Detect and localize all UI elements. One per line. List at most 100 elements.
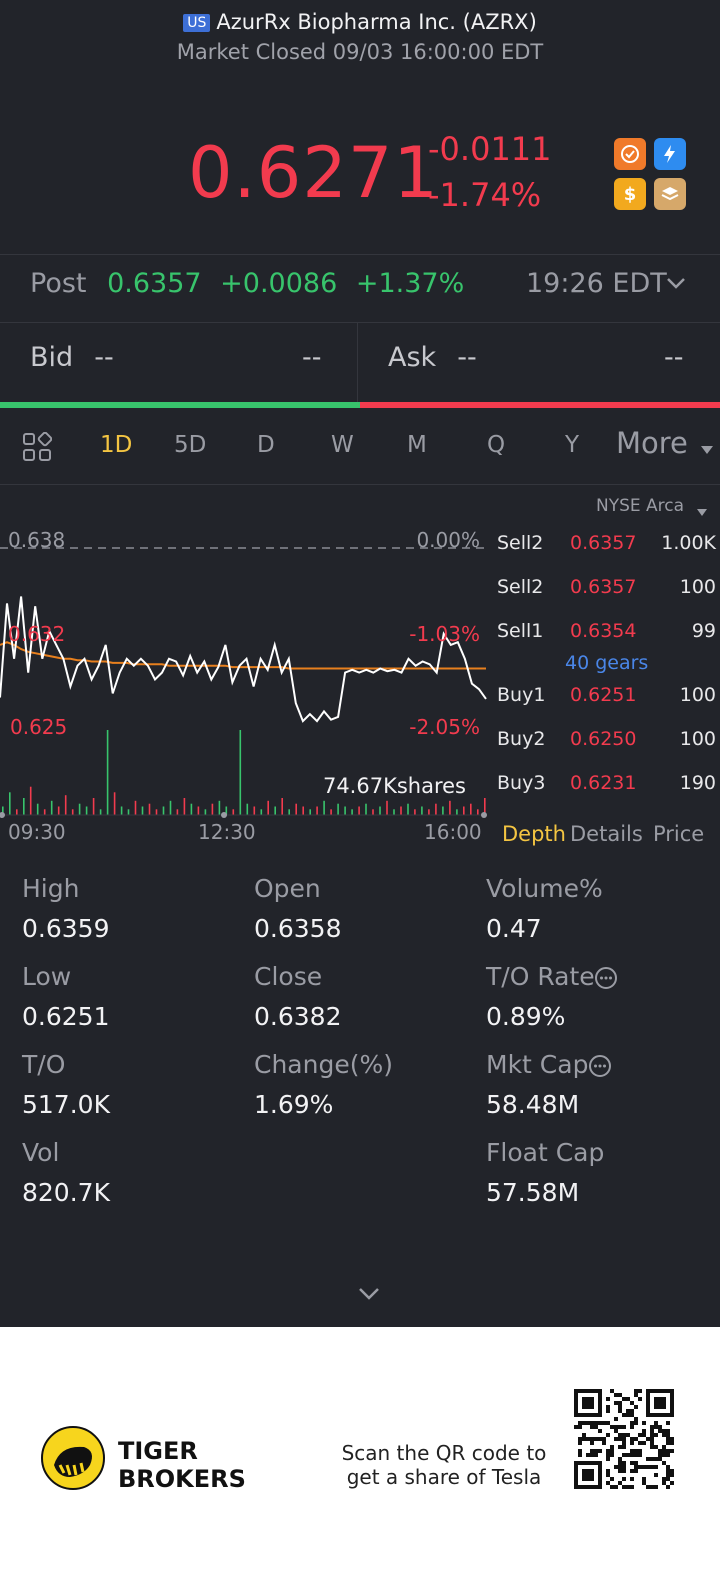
volume-bar bbox=[232, 809, 235, 815]
post-price: 0.6357 bbox=[107, 268, 202, 299]
orderbook-row-price: 0.6354 bbox=[570, 620, 637, 642]
volume-bar bbox=[344, 806, 346, 815]
volume-bar bbox=[477, 809, 479, 815]
close-label: Close bbox=[254, 962, 323, 991]
float-cap-value: 57.58M bbox=[486, 1178, 580, 1207]
midday-dot bbox=[221, 812, 227, 818]
volume-bar bbox=[176, 809, 179, 815]
float-cap-label: Float Cap bbox=[486, 1138, 605, 1167]
tiger-logo-icon bbox=[40, 1425, 106, 1495]
stock-title: US AzurRx Biopharma Inc. (AZRX) bbox=[0, 10, 720, 34]
brand-line2: BROKERS bbox=[118, 1465, 246, 1493]
volume-bar bbox=[197, 806, 200, 815]
divider bbox=[0, 322, 720, 323]
volume-bar bbox=[246, 803, 249, 815]
market-badge: US bbox=[183, 14, 211, 32]
divider bbox=[0, 484, 720, 485]
tab-quarter[interactable]: Q bbox=[487, 432, 505, 458]
grid-layout-icon[interactable] bbox=[22, 431, 53, 466]
ask-ratio-fill bbox=[360, 402, 720, 408]
volume-bar bbox=[155, 809, 158, 815]
volume-bar bbox=[183, 798, 186, 815]
volume-bar bbox=[428, 809, 430, 815]
post-label: Post bbox=[30, 268, 87, 299]
promo-footer: TIGER BROKERS Scan the QR code to get a … bbox=[0, 1327, 720, 1593]
tab-5d[interactable]: 5D bbox=[174, 432, 206, 458]
tab-price[interactable]: Price bbox=[653, 822, 704, 846]
volume-bar bbox=[260, 809, 263, 815]
price-change-percent: -1.74% bbox=[428, 176, 542, 214]
promo-line2: get a share of Tesla bbox=[346, 1465, 542, 1489]
bid-ask-divider bbox=[357, 322, 358, 402]
x-label-close: 16:00 bbox=[424, 820, 482, 844]
turnover-rate-label: T/O Rate bbox=[486, 962, 595, 991]
orderbook-row-qty: 100 bbox=[679, 576, 716, 598]
volume-bar bbox=[78, 803, 81, 815]
volume-bar bbox=[204, 809, 207, 815]
volume-bar bbox=[435, 803, 437, 815]
expand-chevron-icon[interactable] bbox=[358, 1286, 380, 1305]
volume-bar bbox=[323, 800, 325, 815]
info-icon[interactable] bbox=[588, 1054, 612, 1082]
volume-bar bbox=[449, 800, 451, 815]
tab-day[interactable]: D bbox=[257, 432, 275, 458]
turnover-label: T/O bbox=[22, 1050, 66, 1079]
volume-percent-label: Volume% bbox=[486, 874, 603, 903]
volume-bar bbox=[43, 809, 46, 815]
volume-bar bbox=[99, 809, 102, 815]
ask-price: -- bbox=[457, 342, 477, 373]
tab-month[interactable]: M bbox=[407, 432, 427, 458]
tab-details[interactable]: Details bbox=[570, 822, 643, 846]
volume-bar bbox=[309, 809, 311, 815]
open-dot bbox=[0, 812, 5, 818]
turnover-value: 517.0K bbox=[22, 1090, 110, 1119]
volume-bar bbox=[134, 800, 137, 815]
orderbook-row-label: Sell1 bbox=[497, 620, 544, 642]
chevron-down-icon[interactable] bbox=[666, 276, 686, 295]
bid-price: -- bbox=[94, 342, 114, 373]
caret-down-icon[interactable] bbox=[696, 502, 708, 521]
orderbook-row-price: 0.6251 bbox=[570, 684, 637, 706]
volume-bar bbox=[92, 798, 95, 815]
tab-week[interactable]: W bbox=[331, 432, 354, 458]
open-label: Open bbox=[254, 874, 321, 903]
orderbook-row-price: 0.6231 bbox=[570, 772, 637, 794]
turnover-rate-value: 0.89% bbox=[486, 1002, 566, 1031]
post-market-row: Post 0.6357 +0.0086 +1.37% bbox=[30, 268, 464, 299]
volume-value: 820.7K bbox=[22, 1178, 110, 1207]
orderbook-row-label: Sell2 bbox=[497, 532, 544, 554]
ask-size: -- bbox=[664, 342, 684, 373]
exchange-selector[interactable]: NYSE Arca bbox=[596, 496, 684, 516]
volume-bar bbox=[218, 800, 221, 815]
tab-year[interactable]: Y bbox=[565, 432, 579, 458]
coin-refresh-icon[interactable] bbox=[614, 138, 646, 170]
divider bbox=[0, 254, 720, 255]
tab-1d[interactable]: 1D bbox=[100, 432, 132, 458]
orderbook-row-label: Sell2 bbox=[497, 576, 544, 598]
orderbook-row-label: Buy2 bbox=[497, 728, 546, 750]
qr-code[interactable] bbox=[574, 1389, 674, 1489]
stack-icon[interactable] bbox=[654, 178, 686, 210]
orderbook-row-qty: 100 bbox=[679, 684, 716, 706]
volume-bar bbox=[288, 809, 290, 815]
lightning-icon[interactable] bbox=[654, 138, 686, 170]
bid-label: Bid bbox=[30, 342, 74, 373]
volume-bar bbox=[85, 806, 88, 815]
orderbook-row-price: 0.6357 bbox=[570, 576, 637, 598]
tab-more[interactable]: More bbox=[616, 426, 688, 460]
high-value: 0.6359 bbox=[22, 914, 110, 943]
volume-bar bbox=[337, 803, 339, 815]
gears-link[interactable]: 40 gears bbox=[565, 652, 648, 674]
volume-bar bbox=[23, 798, 25, 815]
volume-bar bbox=[141, 806, 144, 815]
orderbook-row-qty: 99 bbox=[691, 620, 716, 642]
info-icon[interactable] bbox=[594, 966, 618, 994]
caret-down-icon[interactable] bbox=[700, 440, 714, 459]
orderbook-row-label: Buy3 bbox=[497, 772, 546, 794]
volume-bar bbox=[358, 806, 360, 815]
tab-depth[interactable]: Depth bbox=[502, 822, 566, 846]
dollar-icon[interactable]: $ bbox=[614, 178, 646, 210]
volume-bar bbox=[470, 803, 472, 815]
orderbook-row-price: 0.6250 bbox=[570, 728, 637, 750]
bid-size: -- bbox=[302, 342, 322, 373]
